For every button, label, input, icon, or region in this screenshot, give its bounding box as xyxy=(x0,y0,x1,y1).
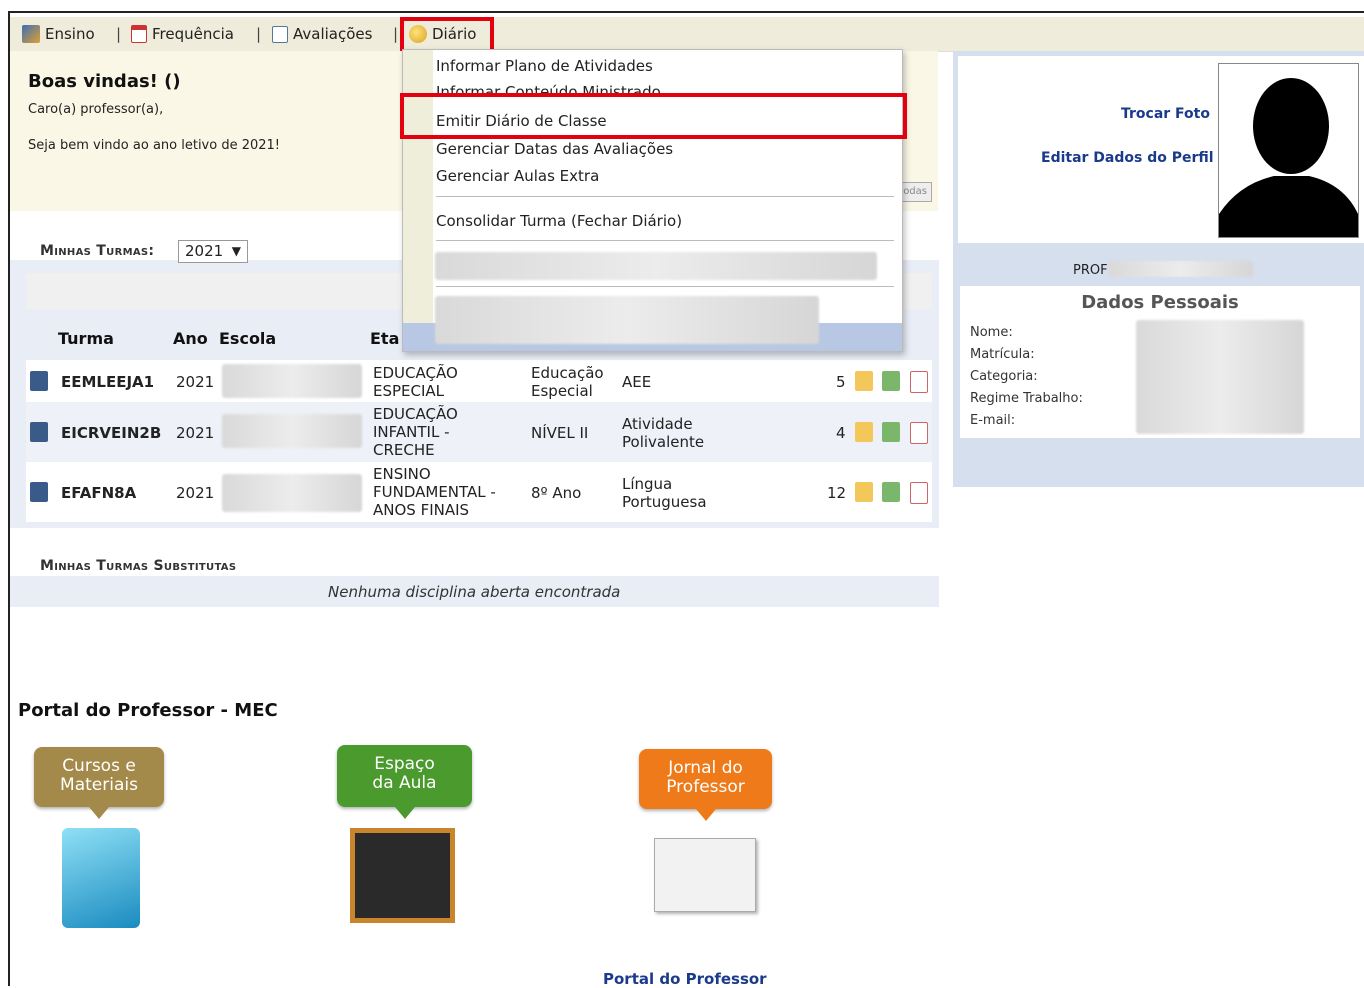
turma-code[interactable]: EFAFN8A xyxy=(61,484,136,502)
folder-icon xyxy=(62,828,140,928)
dropdown-item-redacted[interactable] xyxy=(435,296,819,344)
edit-icon[interactable] xyxy=(855,482,873,502)
menu-item-ensino[interactable]: Ensino xyxy=(22,25,95,43)
report-icon[interactable] xyxy=(910,422,928,444)
report-icon[interactable] xyxy=(910,371,928,393)
escola-redacted xyxy=(222,474,362,512)
class-icon xyxy=(30,422,48,442)
field-email: E-mail: xyxy=(970,413,1016,428)
menu-separator: | xyxy=(393,25,399,43)
book-icon xyxy=(22,25,40,43)
turma-code[interactable]: EICRVEIN2B xyxy=(61,424,161,442)
grades-icon xyxy=(272,25,288,43)
cursos-materiais-button[interactable]: Cursos e Materiais xyxy=(34,747,164,819)
header-ano: Ano xyxy=(173,329,208,348)
grid-add-icon[interactable] xyxy=(882,482,900,502)
turma-ano: 2021 xyxy=(176,484,215,502)
class-icon xyxy=(30,482,48,502)
top-menu-bar: Ensino | Frequência | Avaliações | Diári… xyxy=(10,17,1364,52)
turma-estudantes: 5 xyxy=(836,373,846,391)
welcome-greeting: Caro(a) professor(a), xyxy=(28,102,164,117)
chevron-down-icon: ▼ xyxy=(231,244,241,258)
dropdown-divider xyxy=(436,240,894,241)
turma-serie: NÍVEL II xyxy=(531,424,589,442)
table-row: EFAFN8A 2021 ENSINO FUNDAMENTAL - ANOS FIN… xyxy=(26,462,932,522)
profile-role: PROF xyxy=(1073,263,1108,278)
table-row: EEMLEEJA1 2021 EDUCAÇÃO ESPECIAL Educação… xyxy=(26,360,932,402)
turma-serie: 8º Ano xyxy=(531,484,582,502)
dropdown-item-redacted[interactable] xyxy=(435,252,877,280)
year-select[interactable]: 2021 ▼ xyxy=(178,240,248,263)
grid-add-icon[interactable] xyxy=(882,371,900,391)
welcome-message: Seja bem vindo ao ano letivo de 2021! xyxy=(28,138,281,153)
turma-code[interactable]: EEMLEEJA1 xyxy=(61,373,154,391)
dados-pessoais: Dados Pessoais Nome: Matrícula: Categori… xyxy=(960,286,1360,438)
turma-serie: Educação Especial xyxy=(531,364,604,400)
turma-estudantes: 12 xyxy=(827,484,847,502)
profile-values-redacted xyxy=(1136,320,1304,434)
header-escola: Escola xyxy=(219,329,277,348)
profile-name-redacted xyxy=(1108,261,1253,277)
report-icon[interactable] xyxy=(910,482,928,504)
turmas-label: Minhas Turmas: xyxy=(40,243,155,259)
turma-componente: Atividade Polivalente xyxy=(622,415,705,451)
turma-ano: 2021 xyxy=(176,424,215,442)
turma-componente: AEE xyxy=(622,373,652,391)
dropdown-divider xyxy=(436,196,894,197)
header-turma: Turma xyxy=(58,329,114,348)
avatar-silhouette-icon xyxy=(1219,78,1358,237)
turma-ano: 2021 xyxy=(176,373,215,391)
grid-add-icon[interactable] xyxy=(882,422,900,442)
menu-separator: | xyxy=(256,25,262,43)
field-matricula: Matrícula: xyxy=(970,347,1035,362)
chalkboard-icon xyxy=(350,828,455,923)
escola-redacted xyxy=(222,414,362,448)
turma-etapa: ENSINO FUNDAMENTAL - ANOS FINAIS xyxy=(373,465,496,519)
edit-icon[interactable] xyxy=(855,422,873,442)
calendar-icon xyxy=(131,25,147,43)
table-row: EICRVEIN2B 2021 EDUCAÇÃO INFANTIL - CRECHE… xyxy=(26,402,932,462)
portal-title: Portal do Professor - MEC xyxy=(18,700,278,721)
dropdown-item-aulas-extra[interactable]: Gerenciar Aulas Extra xyxy=(436,167,599,185)
turma-componente: Língua Portuguesa xyxy=(622,475,707,511)
field-nome: Nome: xyxy=(970,325,1013,340)
trocar-foto-link[interactable]: Trocar Foto xyxy=(1121,106,1210,122)
class-icon xyxy=(30,371,48,391)
turma-etapa: EDUCAÇÃO INFANTIL - CRECHE xyxy=(373,405,458,459)
jornal-professor-button[interactable]: Jornal do Professor xyxy=(639,749,772,821)
welcome-title: Boas vindas! () xyxy=(28,71,181,92)
escola-redacted xyxy=(222,364,362,398)
newspaper-icon xyxy=(654,838,756,912)
field-categoria: Categoria: xyxy=(970,369,1038,384)
avatar xyxy=(1218,63,1359,238)
espaco-aula-button[interactable]: Espaço da Aula xyxy=(337,745,472,819)
menu-item-frequencia[interactable]: Frequência xyxy=(131,25,234,43)
substitutas-empty: Nenhuma disciplina aberta encontrada xyxy=(328,583,621,601)
dropdown-item-consolidar[interactable]: Consolidar Turma (Fechar Diário) xyxy=(436,212,682,230)
dropdown-divider xyxy=(436,286,894,287)
dropdown-item-datas-avaliacoes[interactable]: Gerenciar Datas das Avaliações xyxy=(436,140,673,158)
substitutas-label: Minhas Turmas Substitutas xyxy=(40,558,237,574)
highlight-emitir-diario xyxy=(400,93,907,139)
header-etapa: Eta xyxy=(370,329,400,348)
substitutas-bar: Nenhuma disciplina aberta encontrada xyxy=(10,576,939,607)
portal-professor-link[interactable]: Portal do Professor xyxy=(603,970,767,988)
menu-item-avaliacoes[interactable]: Avaliações xyxy=(272,25,372,43)
turma-estudantes: 4 xyxy=(836,424,846,442)
edit-icon[interactable] xyxy=(855,371,873,391)
menu-separator: | xyxy=(116,25,122,43)
dados-title: Dados Pessoais xyxy=(1081,292,1239,313)
turma-etapa: EDUCAÇÃO ESPECIAL xyxy=(373,364,458,400)
field-regime: Regime Trabalho: xyxy=(970,391,1083,406)
editar-perfil-link[interactable]: Editar Dados do Perfil xyxy=(1041,150,1214,166)
dropdown-item-plano[interactable]: Informar Plano de Atividades xyxy=(436,57,653,75)
